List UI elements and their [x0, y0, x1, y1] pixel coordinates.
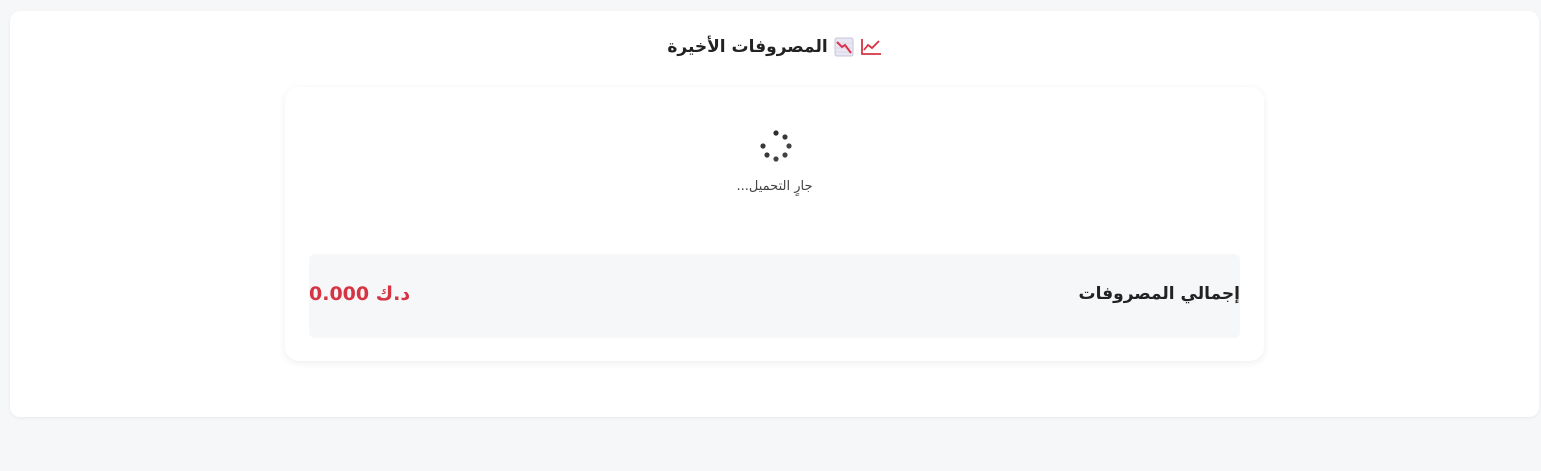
spinner-icon — [759, 129, 793, 163]
section-header: المصروفات الأخيرة — [10, 35, 1539, 59]
trend-line-icon — [860, 37, 882, 57]
section-title: المصروفات الأخيرة — [667, 37, 828, 57]
recent-expenses-card: المصروفات الأخيرة جارٍ التحميل... إجمالي… — [10, 11, 1539, 417]
total-label: إجمالي المصروفات — [1078, 284, 1240, 304]
loading-text: جارٍ التحميل... — [736, 179, 813, 194]
chart-decreasing-icon — [834, 37, 854, 57]
expenses-total-row: إجمالي المصروفات 0.000 د.ك — [309, 254, 1240, 338]
total-value: 0.000 د.ك — [309, 283, 411, 305]
expenses-list-card: جارٍ التحميل... إجمالي المصروفات 0.000 د… — [285, 87, 1264, 361]
